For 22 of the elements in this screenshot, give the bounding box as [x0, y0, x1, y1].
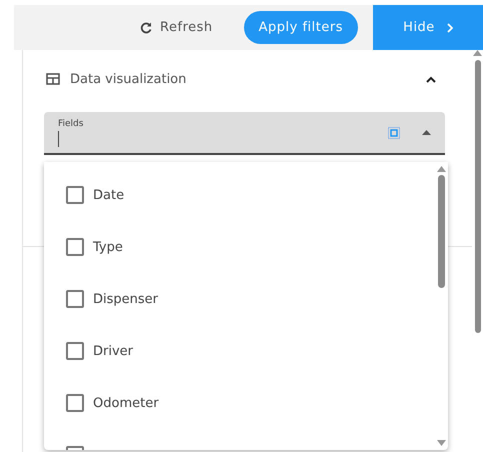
field-option[interactable]: Odometer — [44, 377, 434, 429]
field-option[interactable]: Date — [44, 169, 434, 221]
fields-select[interactable]: Fields — [44, 112, 445, 155]
refresh-icon — [140, 22, 152, 34]
table-icon — [46, 73, 60, 85]
checkbox[interactable] — [66, 290, 84, 308]
chevron-up-icon[interactable] — [426, 76, 436, 82]
checkbox[interactable] — [66, 238, 84, 256]
checkbox[interactable] — [66, 186, 84, 204]
field-option[interactable]: Type — [44, 221, 434, 273]
refresh-button[interactable]: Refresh — [134, 16, 219, 39]
select-all-icon[interactable] — [388, 126, 400, 138]
field-option[interactable]: Dispenser — [44, 273, 434, 325]
checkbox[interactable] — [66, 394, 84, 412]
section-title: Data visualization — [70, 72, 188, 86]
field-label: Fields — [58, 118, 84, 128]
scroll-up-icon[interactable] — [436, 166, 446, 172]
checkbox[interactable] — [66, 342, 84, 360]
scroll-down-icon[interactable] — [436, 440, 446, 446]
field-option[interactable]: Driver — [44, 325, 434, 377]
chevron-right-icon — [446, 22, 453, 32]
caret-up-icon[interactable] — [422, 130, 431, 135]
